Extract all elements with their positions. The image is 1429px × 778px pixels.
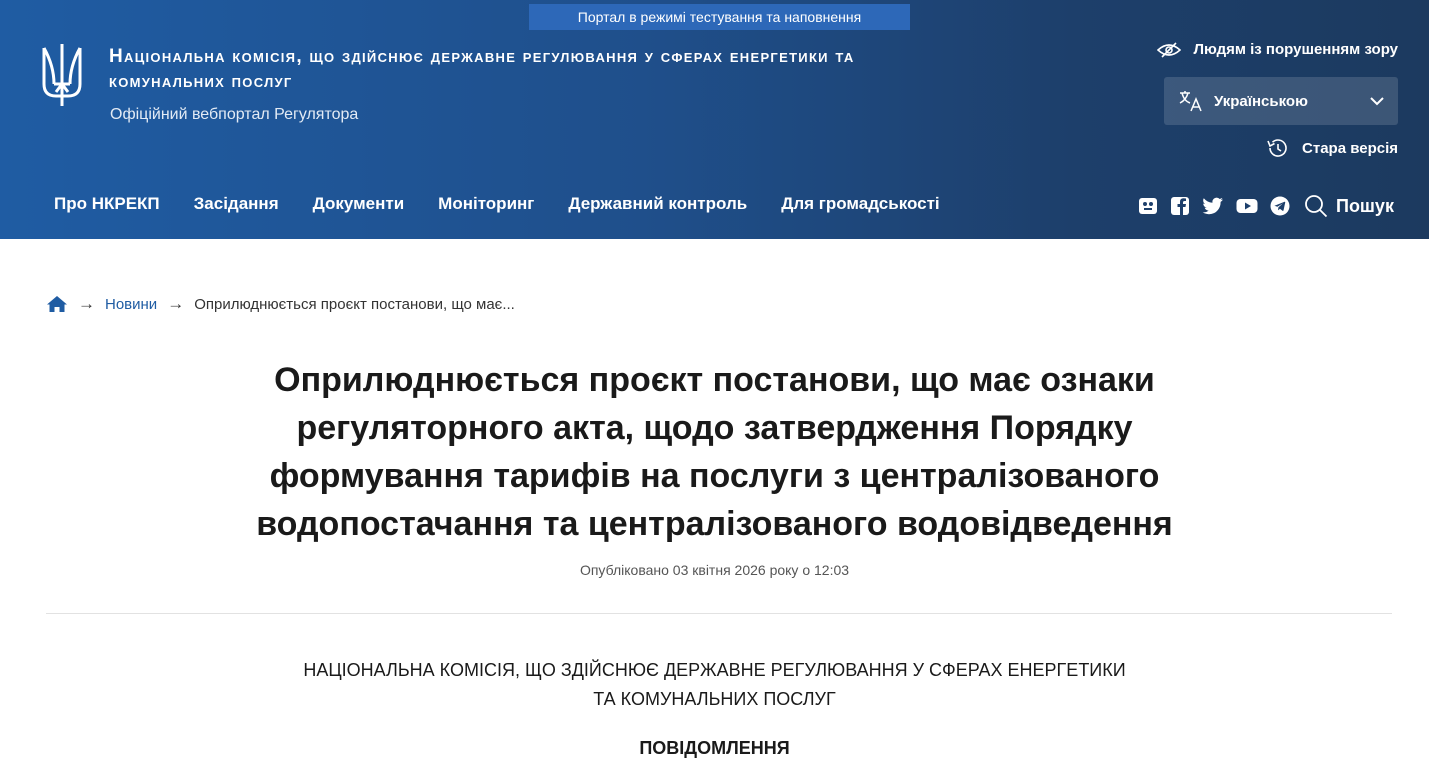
gitlab-icon[interactable]: [1138, 196, 1158, 216]
history-icon: [1267, 139, 1287, 157]
facebook-icon[interactable]: [1170, 196, 1190, 216]
translate-icon: [1179, 91, 1202, 112]
nav-item-state-control[interactable]: Державний контроль: [568, 194, 747, 214]
nav-item-meetings[interactable]: Засідання: [194, 194, 279, 214]
nav-item-public[interactable]: Для громадськості: [781, 194, 939, 214]
social-links: Пошук: [1138, 194, 1394, 218]
content-divider: [46, 613, 1392, 614]
old-version-link[interactable]: Стара версія: [1266, 138, 1398, 158]
main-navigation: Про НКРЕКП Засідання Документи Моніторин…: [54, 194, 940, 214]
nav-item-about[interactable]: Про НКРЕКП: [54, 194, 160, 214]
organization-title[interactable]: Національна комісія, що здійснює державн…: [109, 44, 929, 94]
search-icon: [1305, 195, 1328, 218]
notice-heading: ПОВІДОМЛЕННЯ: [639, 738, 790, 758]
language-selected: Українською: [1214, 92, 1308, 110]
breadcrumb-arrow: →: [78, 294, 95, 313]
chevron-down-icon: [1370, 96, 1384, 105]
breadcrumb-current: Оприлюднюється проєкт постанови, що має.…: [194, 295, 515, 313]
accessibility-link[interactable]: Людям із порушенням зору: [1157, 41, 1398, 58]
trident-logo-icon[interactable]: [40, 40, 84, 110]
published-date: Опубліковано 03 квітня 2026 року о 12:03: [579, 562, 850, 578]
accessibility-link-label: Людям із порушенням зору: [1193, 41, 1398, 58]
article-body-heading: НАЦІОНАЛЬНА КОМІСІЯ, ЩО ЗДІЙСНЮЄ ДЕРЖАВН…: [303, 660, 1126, 709]
twitter-icon[interactable]: [1202, 197, 1224, 215]
telegram-icon[interactable]: [1270, 196, 1290, 216]
search-button[interactable]: Пошук: [1304, 194, 1394, 218]
article-title: Оприлюднюється проєкт постанови, що має …: [256, 361, 1173, 543]
eye-icon: [1157, 41, 1182, 58]
organization-subtitle: Офіційний вебпортал Регулятора: [110, 106, 359, 123]
search-label: Пошук: [1336, 195, 1394, 216]
nav-item-monitoring[interactable]: Моніторинг: [438, 194, 534, 214]
language-select[interactable]: Українською: [1164, 77, 1398, 125]
breadcrumb: → Новини → Оприлюднюється проєкт постано…: [46, 294, 515, 314]
home-icon[interactable]: [46, 295, 68, 313]
test-mode-banner: Портал в режимі тестування та наповнення: [529, 4, 910, 30]
breadcrumb-arrow: →: [167, 294, 185, 313]
nav-item-documents[interactable]: Документи: [313, 194, 405, 214]
site-header: Портал в режимі тестування та наповнення…: [0, 0, 1429, 239]
breadcrumb-news-link[interactable]: Новини: [105, 296, 157, 313]
youtube-icon[interactable]: [1236, 197, 1258, 215]
old-version-label: Стара версія: [1302, 139, 1398, 157]
